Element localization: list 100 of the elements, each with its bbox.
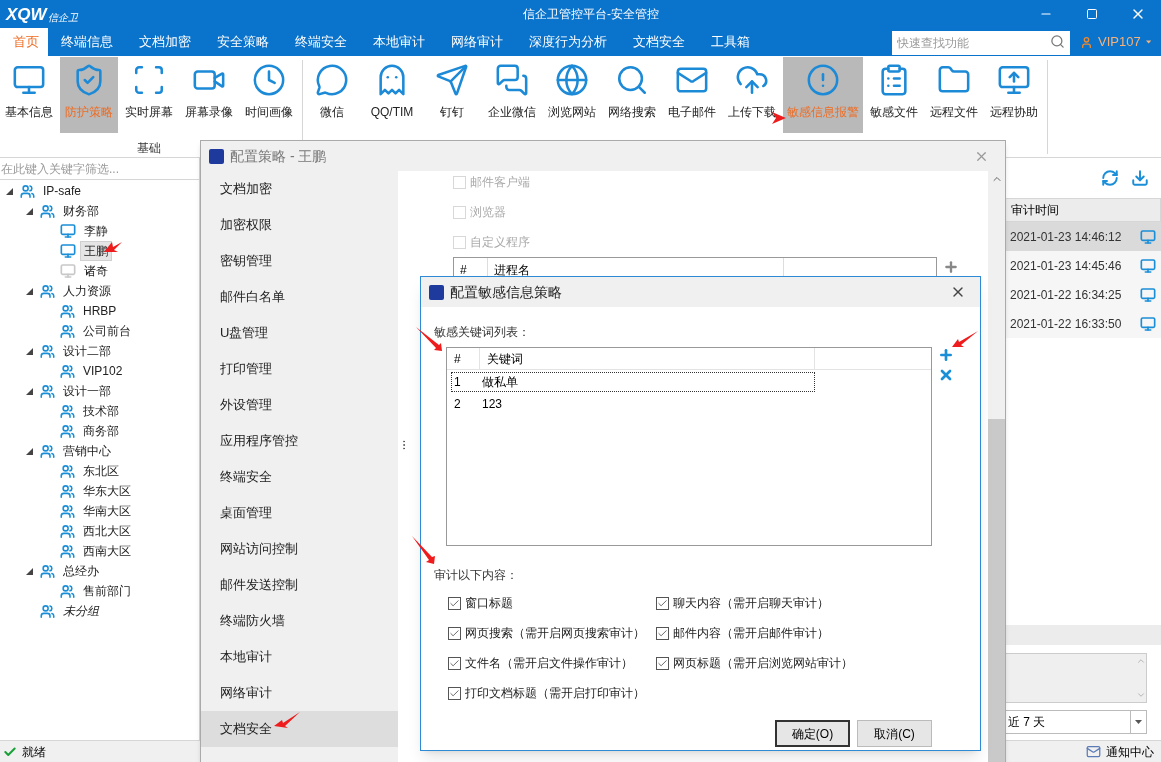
ribbon-button[interactable]: 网络搜索 [603,57,661,133]
ribbon-button[interactable]: 远程文件 [925,57,983,133]
ribbon-button[interactable]: QQ/TIM [363,57,421,133]
download-icon[interactable] [1131,169,1149,187]
policy-menu-item[interactable]: 打印管理 [201,351,398,387]
search-icon[interactable] [1050,34,1065,49]
ribbon-button[interactable]: 远程协助 [985,57,1043,133]
checkbox[interactable] [656,656,669,670]
delete-icon[interactable] [938,367,954,383]
tree-item[interactable]: 王鹏 [80,241,112,261]
checkbox[interactable] [656,626,669,640]
expand-caret-icon[interactable] [25,347,33,355]
policy-menu-item[interactable]: 加密权限 [201,207,398,243]
ribbon-button[interactable]: 企业微信 [483,57,541,133]
refresh-icon[interactable] [1101,169,1119,187]
menu-tab[interactable]: 终端信息 [48,28,126,56]
tree-item[interactable]: VIP102 [79,361,127,381]
tree-item[interactable]: 西南大区 [79,541,135,561]
ribbon-button[interactable]: 浏览网站 [543,57,601,133]
mail-icon[interactable] [1086,744,1101,759]
tree-item[interactable]: 设计一部 [59,381,115,401]
column-header[interactable]: 关键词 [480,348,815,369]
tree-item[interactable]: 总经办 [59,561,103,581]
tree-item[interactable]: 商务部 [79,421,123,441]
policy-menu-item[interactable]: 邮件白名单 [201,279,398,315]
ribbon-button[interactable]: 基本信息 [0,57,58,133]
tree-item[interactable]: 技术部 [79,401,123,421]
menu-tab[interactable]: 网络审计 [438,28,516,56]
table-row[interactable]: 2021-01-22 16:34:25 [1005,280,1161,309]
menu-tab[interactable]: 文档安全 [620,28,698,56]
policy-menu-item[interactable]: 终端安全 [201,459,398,495]
expand-caret-icon[interactable] [25,207,33,215]
ribbon-button[interactable]: 钉钉 [423,57,481,133]
column-header[interactable]: # [447,348,480,369]
filter-field[interactable]: 在此键入关键字筛选... [0,158,199,180]
tree-item[interactable]: 人力资源 [59,281,115,301]
caret-icon[interactable] [1145,40,1151,44]
scrollbar[interactable] [988,171,1005,762]
tree-item[interactable]: IP-safe [39,181,85,201]
tree-item[interactable]: 诸奇 [80,261,112,281]
tree-item[interactable]: 设计二部 [59,341,115,361]
ok-button[interactable]: 确定(O) [775,720,850,747]
table-row[interactable]: 2021-01-23 14:45:46 [1005,251,1161,280]
tree-item[interactable]: 财务部 [59,201,103,221]
tree-item[interactable]: 李静 [80,221,112,241]
tree-item[interactable]: 东北区 [79,461,123,481]
annotation-arrow-icon [952,331,978,347]
expand-caret-icon[interactable] [5,187,13,195]
checkbox[interactable] [448,686,461,700]
notification-center-link[interactable]: 通知中心 [1106,742,1154,761]
menu-tab[interactable]: 工具箱 [698,28,763,56]
expand-caret-icon[interactable] [25,447,33,455]
policy-menu-item[interactable]: 外设管理 [201,387,398,423]
policy-menu-item[interactable]: 邮件发送控制 [201,567,398,603]
menu-tab[interactable]: 深度行为分析 [516,28,620,56]
ribbon-button[interactable]: 上传下载 [723,57,781,133]
policy-menu-item[interactable]: 文档安全 [201,711,398,747]
checkbox[interactable] [656,596,669,610]
checkbox[interactable] [448,626,461,640]
checkbox[interactable] [448,656,461,670]
keyword-row[interactable]: 1 做私单 [451,372,815,392]
policy-menu-item[interactable]: 文档加密 [201,171,398,207]
tree-item[interactable]: 华南大区 [79,501,135,521]
ribbon-button[interactable]: 屏幕录像 [180,57,238,133]
tree-item[interactable]: 营销中心 [59,441,115,461]
expand-caret-icon[interactable] [25,387,33,395]
column-header[interactable]: 审计时间 [1005,198,1161,222]
tree-item[interactable]: 售前部门 [79,581,135,601]
keyword-row[interactable]: 2 123 [451,394,815,414]
policy-menu-item[interactable]: U盘管理 [201,315,398,351]
tree-item[interactable]: 华东大区 [79,481,135,501]
menu-tab[interactable]: 终端安全 [282,28,360,56]
ribbon-button[interactable]: 敏感文件 [865,57,923,133]
policy-menu-item[interactable]: 桌面管理 [201,495,398,531]
tree-item[interactable]: 西北大区 [79,521,135,541]
ribbon-button[interactable]: 时间画像 [240,57,298,133]
ribbon-button[interactable]: 实时屏幕 [120,57,178,133]
policy-menu-item[interactable]: 网络审计 [201,675,398,711]
table-row[interactable]: 2021-01-22 16:33:50 [1005,309,1161,338]
policy-menu-item[interactable]: 密钥管理 [201,243,398,279]
add-icon[interactable] [938,347,954,363]
policy-menu-item[interactable]: 网站访问控制 [201,531,398,567]
ribbon-button[interactable]: 电子邮件 [663,57,721,133]
policy-menu-item[interactable]: 本地审计 [201,639,398,675]
policy-menu-item[interactable]: 应用程序管控 [201,423,398,459]
ribbon-button[interactable]: 微信 [303,57,361,133]
tree-item[interactable]: HRBP [79,301,121,321]
checkbox[interactable] [448,596,461,610]
search-field[interactable]: 快速查找功能 [892,31,1070,55]
cancel-button[interactable]: 取消(C) [857,720,932,747]
expand-caret-icon[interactable] [25,287,33,295]
menu-tab[interactable]: 安全策略 [204,28,282,56]
expand-caret-icon[interactable] [25,567,33,575]
menu-tab[interactable]: 文档加密 [126,28,204,56]
menu-tab[interactable]: 本地审计 [360,28,438,56]
table-row[interactable]: 2021-01-23 14:46:12 [1005,222,1161,251]
policy-menu-item[interactable]: 终端防火墙 [201,603,398,639]
tree-item[interactable]: 公司前台 [79,321,135,341]
add-icon[interactable] [943,259,959,275]
tree-item[interactable]: 未分组 [59,601,103,621]
